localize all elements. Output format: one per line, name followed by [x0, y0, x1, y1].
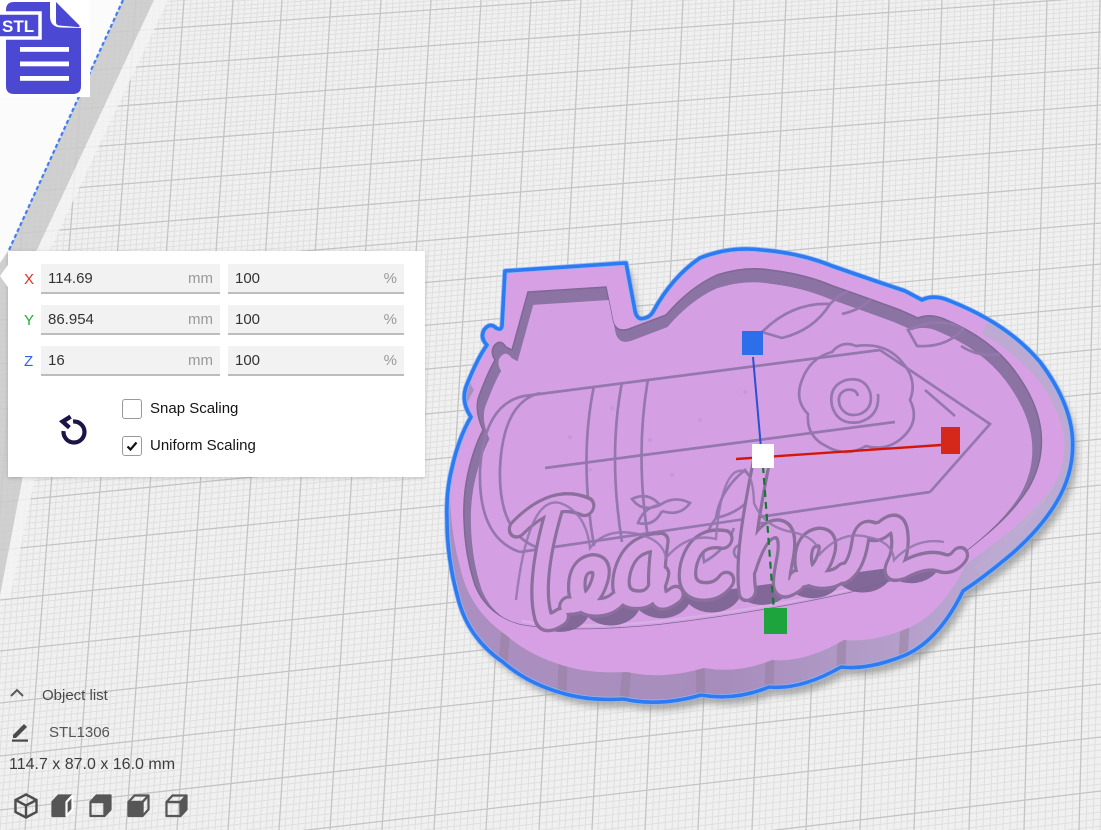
- svg-text:STL: STL: [2, 17, 34, 36]
